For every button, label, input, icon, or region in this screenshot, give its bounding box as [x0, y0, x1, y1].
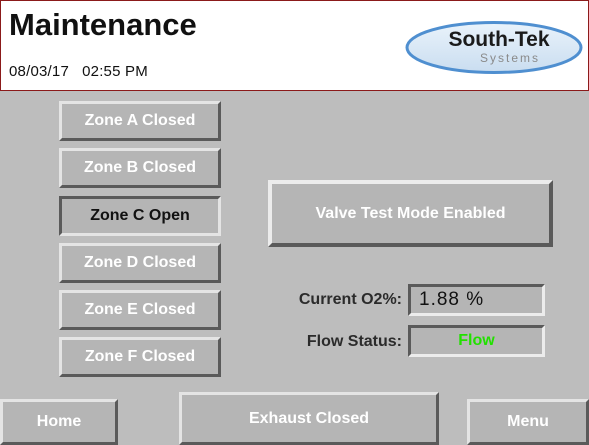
o2-value: 1.88 %	[408, 284, 545, 316]
home-button[interactable]: Home	[0, 399, 118, 445]
zone-b-button[interactable]: Zone B Closed	[59, 148, 221, 188]
date-text: 08/03/17	[9, 63, 69, 80]
flow-status-label: Flow Status:	[306, 333, 402, 350]
zone-f-button[interactable]: Zone F Closed	[59, 337, 221, 377]
zone-c-button[interactable]: Zone C Open	[59, 196, 221, 236]
zone-e-button[interactable]: Zone E Closed	[59, 290, 221, 330]
page-title: Maintenance	[9, 7, 197, 42]
menu-button[interactable]: Menu	[467, 399, 589, 445]
logo-text-main: South-Tek	[448, 28, 549, 51]
company-logo: South-Tek Systems	[404, 20, 584, 75]
o2-label: Current O2%:	[298, 291, 402, 308]
flow-status-value: Flow	[408, 325, 545, 357]
exhaust-button[interactable]: Exhaust Closed	[179, 392, 439, 445]
zone-a-button[interactable]: Zone A Closed	[59, 101, 221, 141]
time-text: 02:55 PM	[82, 63, 148, 80]
header-bar: Maintenance 08/03/17 02:55 PM South-Tek …	[0, 0, 589, 91]
logo-text-sub: Systems	[480, 51, 540, 65]
zone-d-button[interactable]: Zone D Closed	[59, 243, 221, 283]
datetime-display: 08/03/17 02:55 PM	[9, 63, 148, 80]
valve-test-mode-indicator: Valve Test Mode Enabled	[268, 180, 553, 247]
